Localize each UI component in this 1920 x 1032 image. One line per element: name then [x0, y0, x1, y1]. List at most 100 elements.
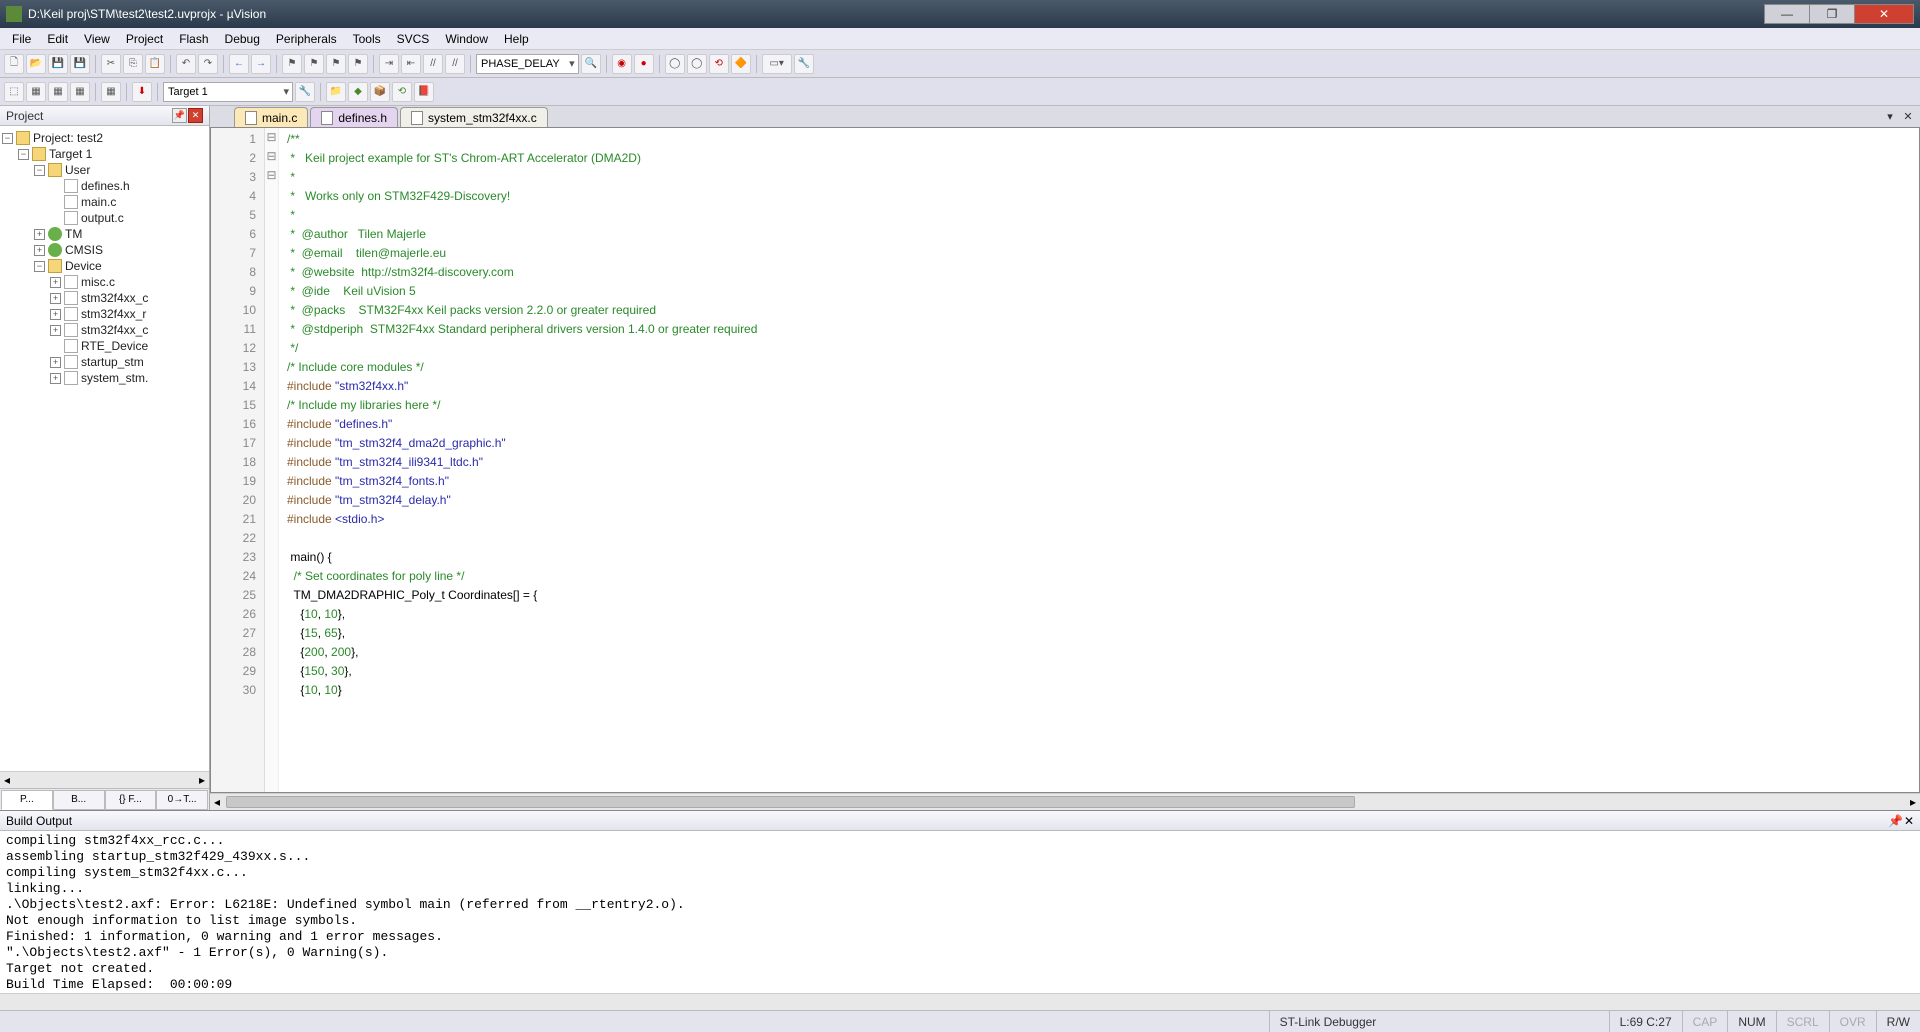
- select-packs-button[interactable]: 📦: [370, 82, 390, 102]
- tab-close-button[interactable]: ✕: [1900, 108, 1916, 124]
- status-debugger: ST-Link Debugger: [1269, 1011, 1609, 1032]
- bookmark-button[interactable]: ⚑: [282, 54, 302, 74]
- bookmark-next-button[interactable]: ⚑: [326, 54, 346, 74]
- cut-button[interactable]: ✂: [101, 54, 121, 74]
- menu-tools[interactable]: Tools: [345, 30, 389, 48]
- manage-button[interactable]: 📁: [326, 82, 346, 102]
- project-tab[interactable]: {} F...: [105, 790, 157, 810]
- project-tab[interactable]: B...: [53, 790, 105, 810]
- project-panel-title: Project: [6, 109, 43, 123]
- menu-edit[interactable]: Edit: [39, 30, 76, 48]
- nav-back-button[interactable]: ←: [229, 54, 249, 74]
- tree-group-user[interactable]: −User: [2, 162, 207, 178]
- minimize-button[interactable]: —: [1764, 4, 1810, 24]
- save-button[interactable]: 💾: [48, 54, 68, 74]
- nav-fwd-button[interactable]: →: [251, 54, 271, 74]
- copy-button[interactable]: ⎘: [123, 54, 143, 74]
- btn-b[interactable]: ◯: [687, 54, 707, 74]
- btn-c[interactable]: ⟲: [709, 54, 729, 74]
- tree-file[interactable]: +stm32f4xx_c: [2, 290, 207, 306]
- open-button[interactable]: 📂: [26, 54, 46, 74]
- tree-file[interactable]: main.c: [2, 194, 207, 210]
- tree-file[interactable]: +stm32f4xx_c: [2, 322, 207, 338]
- window-layout-button[interactable]: ▭▾: [762, 54, 792, 74]
- tree-file[interactable]: +stm32f4xx_r: [2, 306, 207, 322]
- menu-flash[interactable]: Flash: [171, 30, 216, 48]
- panel-close-button[interactable]: ✕: [188, 108, 203, 123]
- batch-build-button[interactable]: ▦: [70, 82, 90, 102]
- close-button[interactable]: ✕: [1854, 4, 1914, 24]
- save-all-button[interactable]: 💾: [70, 54, 90, 74]
- editor-tab[interactable]: main.c: [234, 107, 308, 127]
- maximize-button[interactable]: ❐: [1809, 4, 1855, 24]
- configure-button[interactable]: 🔧: [794, 54, 814, 74]
- fold-gutter[interactable]: ⊟⊟⊟: [265, 128, 279, 792]
- status-scrl: SCRL: [1776, 1011, 1829, 1032]
- project-tab[interactable]: 0→T...: [156, 790, 208, 810]
- btn-a[interactable]: ◯: [665, 54, 685, 74]
- menu-debug[interactable]: Debug: [217, 30, 268, 48]
- build-panel-close-button[interactable]: ✕: [1904, 814, 1914, 828]
- bookmark-clear-button[interactable]: ⚑: [348, 54, 368, 74]
- code-area[interactable]: /** * Keil project example for ST's Chro…: [279, 128, 1919, 792]
- status-caps: CAP: [1682, 1011, 1728, 1032]
- line-gutter: 1234567891011121314151617181920212223242…: [211, 128, 265, 792]
- menu-peripherals[interactable]: Peripherals: [268, 30, 345, 48]
- debug-button[interactable]: ◉: [612, 54, 632, 74]
- menu-help[interactable]: Help: [496, 30, 537, 48]
- undo-button[interactable]: ↶: [176, 54, 196, 74]
- btn-d[interactable]: 🔶: [731, 54, 751, 74]
- tree-hscroll[interactable]: ◂ ▸: [0, 771, 209, 788]
- paste-button[interactable]: 📋: [145, 54, 165, 74]
- build-panel-pin-button[interactable]: 📌: [1888, 814, 1903, 828]
- find-combo[interactable]: PHASE_DELAY: [476, 54, 579, 74]
- tree-target[interactable]: −Target 1: [2, 146, 207, 162]
- redo-button[interactable]: ↷: [198, 54, 218, 74]
- tree-project[interactable]: −Project: test2: [2, 130, 207, 146]
- breakpoint-button[interactable]: ●: [634, 54, 654, 74]
- build-hscroll[interactable]: [0, 993, 1920, 1010]
- rebuild-button[interactable]: ▦: [48, 82, 68, 102]
- editor-tab[interactable]: system_stm32f4xx.c: [400, 107, 548, 127]
- build-button[interactable]: ▦: [26, 82, 46, 102]
- menu-project[interactable]: Project: [118, 30, 171, 48]
- manage-rte-button[interactable]: ◆: [348, 82, 368, 102]
- books-button[interactable]: 📕: [414, 82, 434, 102]
- title-bar: D:\Keil proj\STM\test2\test2.uvprojx - µ…: [0, 0, 1920, 28]
- tree-file[interactable]: +system_stm.: [2, 370, 207, 386]
- download-button[interactable]: ⬇: [132, 82, 152, 102]
- project-tab[interactable]: P...: [1, 790, 53, 810]
- menu-view[interactable]: View: [76, 30, 118, 48]
- tree-file[interactable]: RTE_Device: [2, 338, 207, 354]
- pack-installer-button[interactable]: ⟲: [392, 82, 412, 102]
- panel-pin-button[interactable]: 📌: [172, 108, 187, 123]
- code-editor[interactable]: 1234567891011121314151617181920212223242…: [210, 128, 1920, 793]
- project-tabs: P...B...{} F...0→T...: [0, 788, 209, 810]
- indent-button[interactable]: ⇥: [379, 54, 399, 74]
- build-output-text[interactable]: compiling stm32f4xx_rcc.c... assembling …: [0, 831, 1920, 993]
- menu-file[interactable]: File: [4, 30, 39, 48]
- uncomment-button[interactable]: //: [445, 54, 465, 74]
- target-combo[interactable]: Target 1: [163, 82, 293, 102]
- bookmark-prev-button[interactable]: ⚑: [304, 54, 324, 74]
- translate-button[interactable]: ⬚: [4, 82, 24, 102]
- find-button[interactable]: 🔍: [581, 54, 601, 74]
- tree-group-cmsis[interactable]: +CMSIS: [2, 242, 207, 258]
- tree-file[interactable]: defines.h: [2, 178, 207, 194]
- tree-file[interactable]: output.c: [2, 210, 207, 226]
- stop-build-button[interactable]: ▦: [101, 82, 121, 102]
- unindent-button[interactable]: ⇤: [401, 54, 421, 74]
- new-button[interactable]: 🗋: [4, 54, 24, 74]
- tree-file[interactable]: +startup_stm: [2, 354, 207, 370]
- tab-list-button[interactable]: ▾: [1882, 108, 1898, 124]
- tree-group-tm[interactable]: +TM: [2, 226, 207, 242]
- menu-window[interactable]: Window: [437, 30, 496, 48]
- tree-group-device[interactable]: −Device: [2, 258, 207, 274]
- menu-svcs[interactable]: SVCS: [389, 30, 438, 48]
- project-tree[interactable]: −Project: test2−Target 1−Userdefines.hma…: [0, 126, 209, 771]
- target-options-button[interactable]: 🔧: [295, 82, 315, 102]
- comment-button[interactable]: //: [423, 54, 443, 74]
- editor-hscroll[interactable]: ◂ ▸: [210, 793, 1920, 810]
- tree-file[interactable]: +misc.c: [2, 274, 207, 290]
- editor-tab[interactable]: defines.h: [310, 107, 398, 127]
